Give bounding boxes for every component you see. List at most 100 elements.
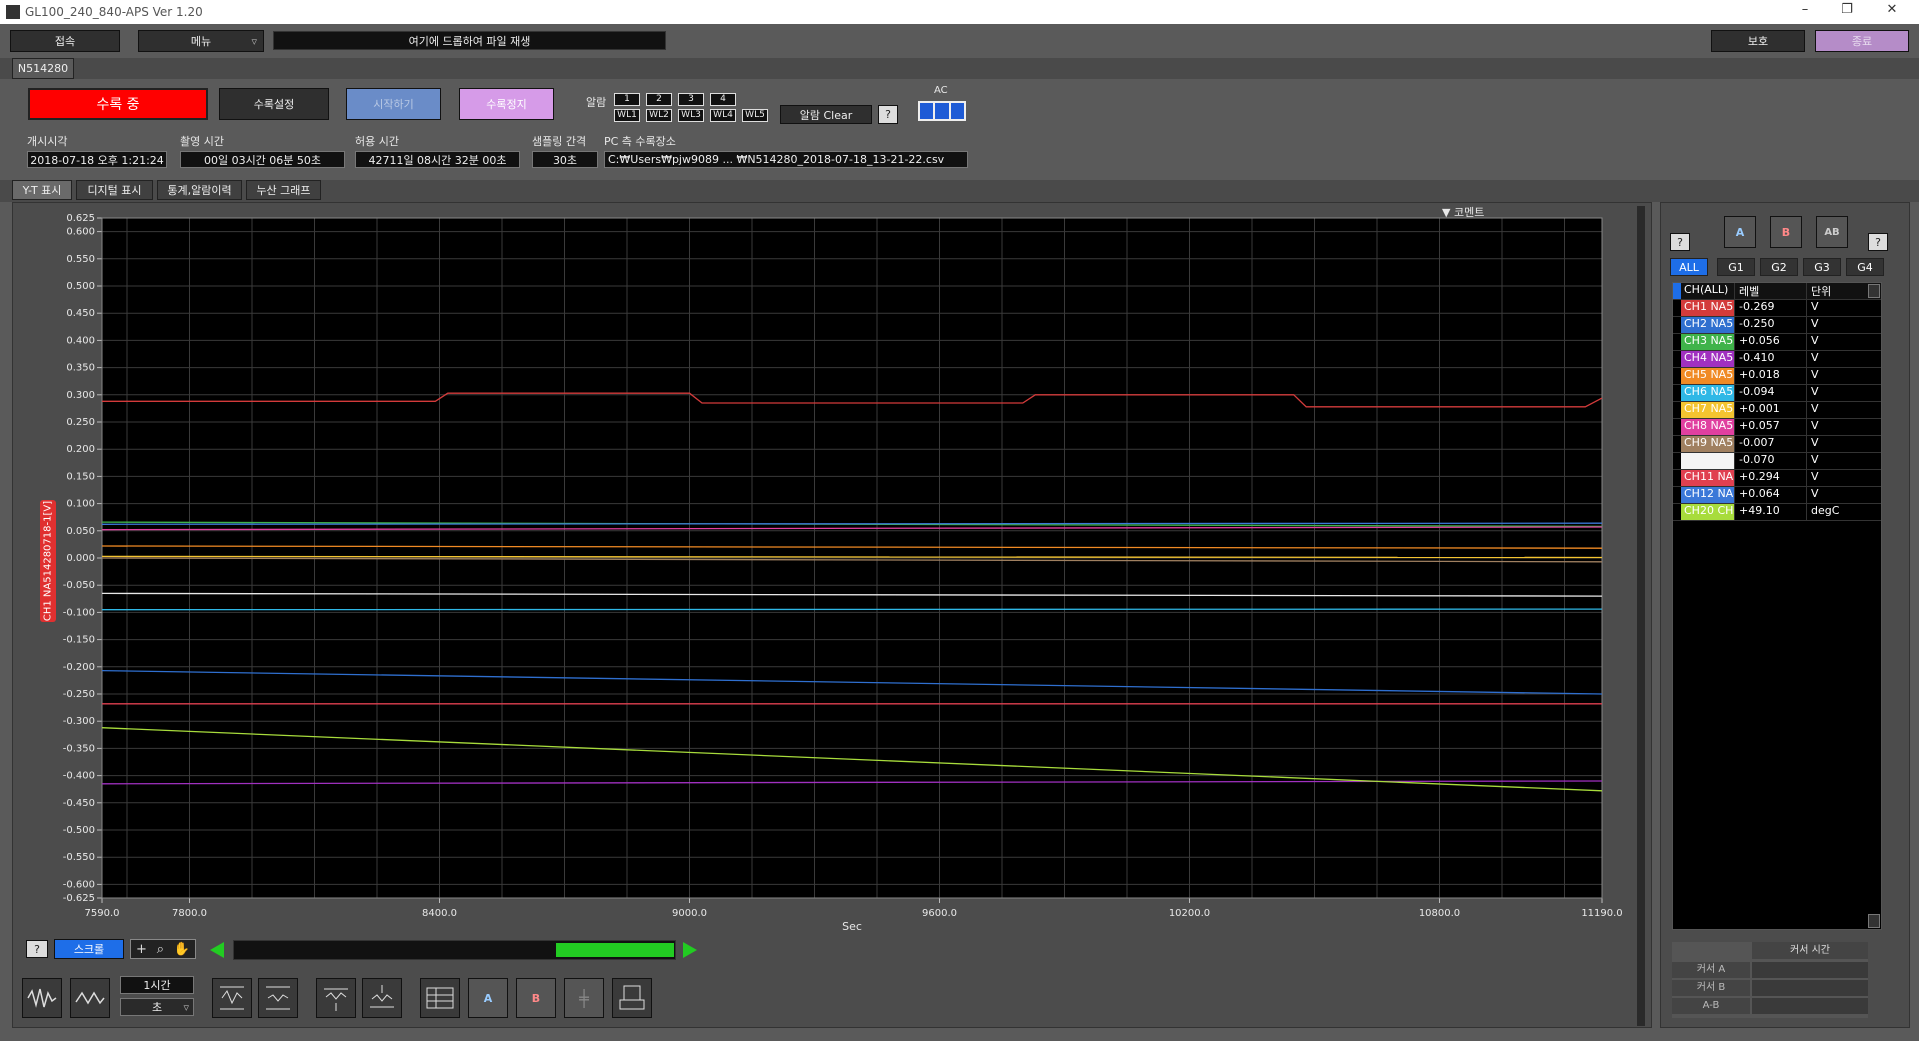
time-unit-select[interactable]: 초 ▿ xyxy=(120,998,194,1016)
group-g1[interactable]: G1 xyxy=(1717,258,1755,276)
scroll-mode-button[interactable]: 스크롤 xyxy=(54,939,124,959)
channel-level: +49.10 xyxy=(1734,504,1806,520)
record-settings-button[interactable]: 수록설정 xyxy=(219,88,329,120)
zoom-in-icon[interactable]: + xyxy=(136,942,147,957)
print-icon xyxy=(619,985,645,1010)
channel-row[interactable]: -0.070 V xyxy=(1673,453,1881,470)
table-scroll-down[interactable] xyxy=(1868,914,1880,928)
group-all[interactable]: ALL xyxy=(1670,258,1708,276)
channel-unit: V xyxy=(1806,436,1856,452)
y-expand-button[interactable] xyxy=(212,978,252,1018)
y-tick-label: 0.400 xyxy=(66,335,95,346)
group-g2[interactable]: G2 xyxy=(1760,258,1798,276)
row-spacer xyxy=(1673,504,1681,520)
pan-hand-icon[interactable]: ✋ xyxy=(174,942,190,957)
channel-row[interactable]: CH9 NA514-0.007V xyxy=(1673,436,1881,453)
scroll-left-arrow[interactable] xyxy=(210,942,224,958)
cursor-a-toggle[interactable]: A xyxy=(1724,216,1756,248)
y-tick-label: -0.625 xyxy=(63,893,95,904)
time-scrollbar-thumb[interactable] xyxy=(556,943,674,957)
channel-name: CH7 NA514 xyxy=(1681,402,1734,418)
exit-button[interactable]: 종료 xyxy=(1815,30,1909,52)
time-scrollbar[interactable] xyxy=(233,940,676,960)
channel-row[interactable]: CH4 NA514-0.410V xyxy=(1673,351,1881,368)
recording-status-button[interactable]: 수록 중 xyxy=(28,88,208,120)
shift-down-icon xyxy=(370,985,394,1008)
window-title: GL100_240_840-APS Ver 1.20 xyxy=(25,5,203,19)
channel-row[interactable]: CH12 NA514+0.064V xyxy=(1673,487,1881,504)
elapsed-time-value: 00일 03시간 06분 50초 xyxy=(180,151,345,168)
tab-yt-view[interactable]: Y-T 표시 xyxy=(12,180,72,200)
tab-device[interactable]: N514280 xyxy=(12,58,74,79)
channel-row[interactable]: CH1 NA514-0.269V xyxy=(1673,300,1881,317)
grid-button[interactable] xyxy=(420,978,460,1018)
alarm-help-button[interactable]: ? xyxy=(878,105,898,124)
stop-record-button[interactable]: 수록정지 xyxy=(459,88,554,120)
waveform-a-button[interactable] xyxy=(22,978,62,1018)
cursor-a-button[interactable]: A xyxy=(468,978,508,1018)
yt-chart[interactable]: 0.625 0.600 0.550 0.500 0.450 0.400 0.350 0.300… xyxy=(12,212,1637,932)
channel-row[interactable]: CH3 NA514+0.056V xyxy=(1673,334,1881,351)
channel-name: CH8 NA514 xyxy=(1681,419,1734,435)
channel-name: CH9 NA514 xyxy=(1681,436,1734,452)
close-button[interactable]: ✕ xyxy=(1872,2,1912,22)
tab-cumulative-graph[interactable]: 누산 그래프 xyxy=(246,180,321,200)
start-button[interactable]: 시작하기 xyxy=(346,88,441,120)
channel-level: +0.064 xyxy=(1734,487,1806,503)
channel-name: CH4 NA514 xyxy=(1681,351,1734,367)
print-button[interactable] xyxy=(612,978,652,1018)
group-g3[interactable]: G3 xyxy=(1803,258,1841,276)
channel-row[interactable]: CH11 NA514+0.294V xyxy=(1673,470,1881,487)
chart-splitter[interactable] xyxy=(1637,206,1645,1026)
scroll-help-button[interactable]: ? xyxy=(26,940,48,958)
tab-statistics-alarm[interactable]: 통계,알람이력 xyxy=(157,180,242,200)
restore-button[interactable]: ❐ xyxy=(1827,2,1867,22)
time-span-field[interactable]: 1시간 xyxy=(120,976,194,994)
y-shrink-button[interactable] xyxy=(258,978,298,1018)
y-tick-label: -0.450 xyxy=(63,798,95,809)
x-tick-label: 11190.0 xyxy=(1581,908,1622,919)
wave-smooth-icon xyxy=(75,991,105,1005)
channel-name: CH6 NA514 xyxy=(1681,385,1734,401)
move-up-button[interactable] xyxy=(316,978,356,1018)
channel-row[interactable]: CH5 NA514+0.018V xyxy=(1673,368,1881,385)
channel-unit: V xyxy=(1806,334,1856,350)
channel-row[interactable]: CH2 NA514-0.250V xyxy=(1673,317,1881,334)
device-tab-strip xyxy=(0,58,1919,79)
minimize-button[interactable]: – xyxy=(1785,2,1825,22)
channel-row[interactable]: CH20 CH20+49.10degC xyxy=(1673,504,1881,521)
connect-button[interactable]: 접속 xyxy=(10,30,120,52)
channel-row[interactable]: CH6 NA514-0.094V xyxy=(1673,385,1881,402)
protect-button[interactable]: 보호 xyxy=(1711,30,1805,52)
crosshair-button[interactable]: ╪ xyxy=(564,978,604,1018)
cursor-b-toggle[interactable]: B xyxy=(1770,216,1802,248)
panel-help-right[interactable]: ? xyxy=(1868,233,1888,251)
col-unit: 단위 xyxy=(1806,283,1856,299)
cursor-b-button[interactable]: B xyxy=(516,978,556,1018)
row-spacer xyxy=(1673,436,1681,452)
channel-name: CH20 CH20 xyxy=(1681,504,1734,520)
channel-name: CH3 NA514 xyxy=(1681,334,1734,350)
panel-help-left[interactable]: ? xyxy=(1670,233,1690,251)
y-tick-label: 0.250 xyxy=(66,417,95,428)
pc-storage-label: PC 측 수록장소 xyxy=(604,135,676,148)
alarm-clear-button[interactable]: 알람 Clear xyxy=(780,105,872,124)
channel-row[interactable]: CH7 NA514+0.001V xyxy=(1673,402,1881,419)
table-scroll-up[interactable] xyxy=(1868,284,1880,298)
magnifier-icon[interactable]: ⌕ xyxy=(157,942,164,957)
channel-row[interactable]: CH8 NA514+0.057V xyxy=(1673,419,1881,436)
menu-button[interactable]: 메뉴 ▿ xyxy=(138,30,264,52)
app-icon xyxy=(6,5,20,19)
cursor-ab-toggle[interactable]: AB xyxy=(1816,216,1848,248)
waveform-b-button[interactable] xyxy=(70,978,110,1018)
file-drop-zone[interactable]: 여기에 드롭하여 파일 재생 xyxy=(273,31,666,50)
scroll-right-arrow[interactable] xyxy=(683,942,697,958)
wl4-indicator: WL4 xyxy=(710,109,736,122)
tab-digital-view[interactable]: 디지털 표시 xyxy=(76,180,153,200)
group-g4[interactable]: G4 xyxy=(1846,258,1884,276)
channel-unit: V xyxy=(1806,470,1856,486)
shift-up-icon xyxy=(324,988,348,1011)
col-level: 레벨 xyxy=(1734,283,1806,299)
move-down-button[interactable] xyxy=(362,978,402,1018)
row-spacer xyxy=(1673,300,1681,316)
